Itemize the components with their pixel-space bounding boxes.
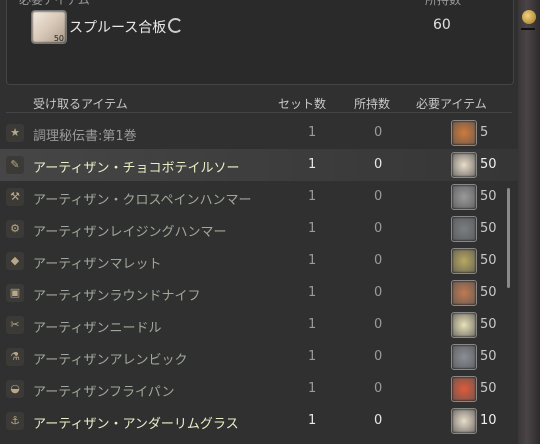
required-count: 50 [480, 317, 497, 332]
set-count: 1 [308, 381, 317, 396]
required-header: 必要アイテム [19, 0, 90, 7]
required-count: 50 [480, 349, 497, 364]
set-count: 1 [308, 189, 317, 204]
lumber-icon[interactable] [451, 152, 477, 178]
owned-count: 0 [374, 157, 383, 172]
set-count: 1 [308, 349, 317, 364]
scrollbar[interactable] [507, 188, 510, 288]
item-name: アーティザンニードル [33, 321, 162, 336]
set-count: 1 [308, 413, 317, 428]
col-receive: 受け取るアイテム [33, 97, 128, 111]
owned-count: 0 [374, 189, 383, 204]
owned-count: 0 [374, 221, 383, 236]
list-item[interactable]: ✎ アーティザン・チョコボテイルソー 1 0 50 [0, 149, 518, 181]
item-badge: 50 [53, 34, 64, 43]
lumber-icon[interactable] [451, 408, 477, 434]
set-count: 1 [308, 253, 317, 268]
category-icon: ✂ [6, 316, 24, 334]
col-owned: 所持数 [354, 97, 391, 111]
spruce-plywood-icon[interactable]: 50 [31, 10, 67, 44]
owned-count: 0 [374, 349, 383, 364]
category-icon: ⚗ [6, 348, 24, 366]
owned-count: 0 [374, 381, 383, 396]
category-icon: ◒ [6, 380, 24, 398]
collectable-icon [168, 18, 184, 33]
required-item-name: スプルース合板 [69, 17, 184, 37]
required-count: 50 [480, 381, 497, 396]
owned-count: 0 [374, 285, 383, 300]
category-icon: ⚓ [6, 412, 24, 430]
category-icon: ▣ [6, 284, 24, 302]
item-name: アーティザンレイジングハンマー [33, 225, 227, 240]
cloth-icon[interactable] [451, 312, 477, 338]
required-count: 50 [480, 189, 497, 204]
col-required: 必要アイテム [416, 97, 487, 111]
header-divider [6, 112, 512, 113]
required-count: 50 [480, 221, 497, 236]
list-item[interactable]: ⚗ アーティザンアレンビック 1 0 50 [0, 341, 518, 373]
list-item[interactable]: ◆ アーティザンマレット 1 0 50 [0, 245, 518, 277]
item-name: 調理秘伝書:第1巻 [33, 129, 137, 144]
gold-orb-icon [522, 10, 536, 24]
dish-icon[interactable] [451, 120, 477, 146]
list-item[interactable]: ◒ アーティザンフライパン 1 0 50 [0, 373, 518, 405]
item-name: アーティザンアレンビック [33, 353, 188, 368]
item-name: アーティザン・クロスペインハンマー [33, 193, 252, 208]
category-icon: ◆ [6, 252, 24, 270]
item-name: アーティザンフライパン [33, 385, 175, 400]
col-sets: セット数 [278, 97, 327, 111]
required-count: 50 [480, 157, 497, 172]
required-count: 50 [480, 253, 497, 268]
item-name: アーティザンマレット [33, 257, 162, 272]
ingot-icon[interactable] [451, 216, 477, 242]
owned-count: 0 [374, 125, 383, 140]
category-icon: ⚒ [6, 188, 24, 206]
category-icon: ★ [6, 124, 24, 142]
owned-header: 所持数 [425, 0, 462, 7]
required-item-panel: 必要アイテム 所持数 50 スプルース合板 60 [6, 0, 514, 85]
item-name: アーティザンラウンドナイフ [33, 289, 201, 304]
exchange-window: 必要アイテム 所持数 50 スプルース合板 60 受け取るアイテム セット数 所… [0, 0, 518, 444]
wrench-icon[interactable] [451, 184, 477, 210]
dish-icon[interactable] [451, 376, 477, 402]
owned-count: 0 [374, 317, 383, 332]
set-count: 1 [308, 125, 317, 140]
category-icon: ✎ [6, 156, 24, 174]
list-item[interactable]: ★ 調理秘伝書:第1巻 1 0 5 [0, 117, 518, 149]
herb-icon[interactable] [451, 248, 477, 274]
set-count: 1 [308, 157, 317, 172]
list-item[interactable]: ⚒ アーティザン・クロスペインハンマー 1 0 50 [0, 181, 518, 213]
list-item[interactable]: ✂ アーティザンニードル 1 0 50 [0, 309, 518, 341]
item-list: ★ 調理秘伝書:第1巻 1 0 5 ✎ アーティザン・チョコボテイルソー 1 0 50 ⚒ アーティザ… [0, 117, 518, 437]
owned-count: 0 [374, 253, 383, 268]
list-item[interactable]: ⚓ アーティザン・アンダーリムグラス 1 0 10 [0, 405, 518, 437]
category-icon: ⚙ [6, 220, 24, 238]
set-count: 1 [308, 285, 317, 300]
required-count: 10 [480, 413, 497, 428]
background-edge [518, 0, 540, 444]
list-item[interactable]: ⚙ アーティザンレイジングハンマー 1 0 50 [0, 213, 518, 245]
leather-icon[interactable] [451, 280, 477, 306]
item-name: アーティザン・チョコボテイルソー [33, 161, 240, 176]
rod-icon[interactable] [451, 344, 477, 370]
item-name: アーティザン・アンダーリムグラス [33, 417, 239, 432]
required-count: 5 [480, 125, 489, 140]
required-count: 50 [480, 285, 497, 300]
required-item-owned: 60 [433, 17, 451, 33]
set-count: 1 [308, 221, 317, 236]
owned-count: 0 [374, 413, 383, 428]
list-item[interactable]: ▣ アーティザンラウンドナイフ 1 0 50 [0, 277, 518, 309]
set-count: 1 [308, 317, 317, 332]
